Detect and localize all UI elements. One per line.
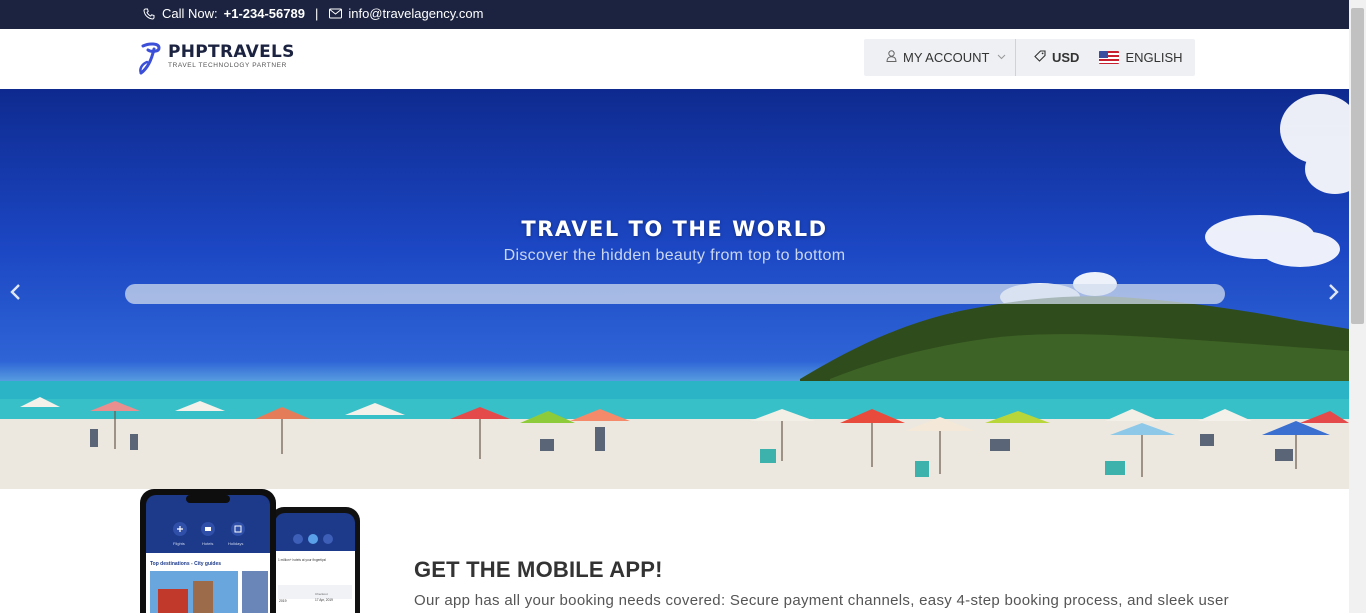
hero-search-input[interactable]: [125, 284, 1225, 304]
top-contact-bar: Call Now: +1-234-56789 | info@travelagen…: [0, 0, 1349, 29]
language-selector[interactable]: ENGLISH: [1099, 50, 1183, 65]
envelope-icon: [328, 7, 342, 21]
app-checkout-date: 17 Apr, 2019: [315, 598, 333, 602]
hero-title: TRAVEL TO THE WORLD: [521, 217, 828, 241]
page-scrollbar[interactable]: [1349, 0, 1366, 613]
hero-slider: TRAVEL TO THE WORLD Discover the hidden …: [0, 89, 1349, 489]
app-tab-holidays: Holidays: [228, 541, 243, 546]
brand-tagline: TRAVEL TECHNOLOGY PARTNER: [168, 62, 287, 69]
phone-number[interactable]: +1-234-56789: [224, 6, 305, 21]
app-second-screen-text: 1 million+ hotels at your fingertips!: [278, 558, 326, 562]
chevron-right-icon: [1329, 284, 1339, 300]
language-label: ENGLISH: [1125, 50, 1183, 65]
app-tab-hotels: Hotels: [202, 541, 213, 546]
user-icon: [886, 50, 897, 65]
my-account-dropdown[interactable]: MY ACCOUNT: [864, 39, 1016, 76]
mobile-app-phones-image: 1 million+ hotels at your fingertips! 20…: [138, 489, 362, 613]
currency-label: USD: [1052, 50, 1080, 65]
us-flag-icon: [1099, 51, 1120, 64]
logo-mark-icon: [139, 42, 161, 75]
site-header: PHPTRAVELS TRAVEL TECHNOLOGY PARTNER MY …: [0, 29, 1349, 89]
currency-selector[interactable]: USD: [1034, 50, 1079, 65]
email-link[interactable]: info@travelagency.com: [348, 6, 483, 21]
tag-icon: [1034, 50, 1046, 65]
mobile-app-description: Our app has all your booking needs cover…: [414, 592, 1229, 609]
scrollbar-thumb[interactable]: [1351, 8, 1364, 324]
phone-icon: [142, 7, 156, 21]
account-toolbar: MY ACCOUNT USD ENGLISH: [864, 39, 1195, 76]
app-tab-flights: Flights: [173, 541, 185, 546]
call-now-label: Call Now:: [162, 6, 218, 21]
mobile-app-heading: GET THE MOBILE APP!: [414, 557, 663, 582]
app-destinations-heading: Top destinations - City guides: [150, 561, 221, 567]
chevron-down-icon: [997, 52, 1006, 63]
app-date-label: 2019: [279, 599, 287, 603]
my-account-label: MY ACCOUNT: [903, 50, 990, 65]
brand-name: PHPTRAVELS: [168, 42, 295, 62]
topbar-separator: |: [314, 6, 319, 21]
hero-subtitle: Discover the hidden beauty from top to b…: [503, 247, 846, 264]
brand-logo[interactable]: PHPTRAVELS TRAVEL TECHNOLOGY PARTNER: [138, 42, 295, 76]
app-checkout-label: Checkout: [315, 592, 328, 596]
chevron-left-icon: [10, 284, 20, 300]
